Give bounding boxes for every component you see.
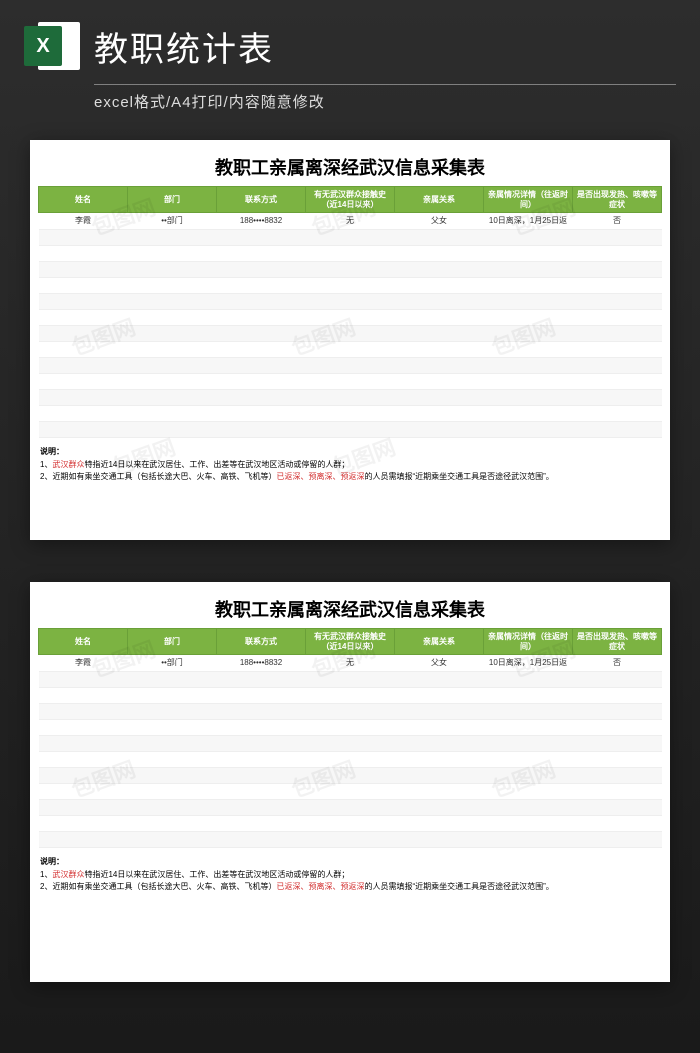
notes-label: 说明： bbox=[40, 857, 64, 866]
data-table: 姓名 部门 联系方式 有无武汉群众接触史（近14日以来） 亲属关系 亲属情况详情… bbox=[38, 186, 662, 438]
subtitle-divider: excel格式/A4打印/内容随意修改 bbox=[94, 84, 676, 112]
table-row bbox=[39, 293, 662, 309]
notes-block: 说明： 1、武汉群众特指近14日以来在武汉居住、工作、出差等在武汉地区活动或停留… bbox=[38, 446, 662, 484]
table-row bbox=[39, 389, 662, 405]
col-dept: 部门 bbox=[128, 629, 217, 655]
cell-detail: 10日离深，1月25日返 bbox=[484, 655, 573, 672]
table-row bbox=[39, 831, 662, 847]
table-header-row: 姓名 部门 联系方式 有无武汉群众接触史（近14日以来） 亲属关系 亲属情况详情… bbox=[39, 187, 662, 213]
data-table: 姓名 部门 联系方式 有无武汉群众接触史（近14日以来） 亲属关系 亲属情况详情… bbox=[38, 628, 662, 848]
table-row bbox=[39, 703, 662, 719]
cell-symptom: 否 bbox=[573, 213, 662, 230]
cell-symptom: 否 bbox=[573, 655, 662, 672]
table-row bbox=[39, 261, 662, 277]
note1-red: 武汉群众 bbox=[52, 460, 84, 469]
sheet-preview-1: 包图网 包图网 包图网 包图网 包图网 包图网 包图网 包图网 教职工亲属离深经… bbox=[30, 140, 670, 540]
col-dept: 部门 bbox=[128, 187, 217, 213]
note2-prefix: 2、近期如有乘坐交通工具（包括长途大巴、火车、高铁、飞机等） bbox=[40, 882, 276, 891]
sheet-title: 教职工亲属离深经武汉信息采集表 bbox=[38, 592, 662, 628]
table-row: 李霞 ••部门 188••••8832 无 父女 10日离深，1月25日返 否 bbox=[39, 655, 662, 672]
table-row bbox=[39, 671, 662, 687]
table-row bbox=[39, 309, 662, 325]
table-row bbox=[39, 783, 662, 799]
excel-icon-letter: X bbox=[24, 26, 62, 66]
table-row bbox=[39, 229, 662, 245]
table-row bbox=[39, 405, 662, 421]
col-relation: 亲属关系 bbox=[395, 629, 484, 655]
note2-red: 已返深、预离深、预返深 bbox=[276, 472, 364, 481]
sub-title: excel格式/A4打印/内容随意修改 bbox=[94, 91, 676, 112]
notes-block: 说明： 1、武汉群众特指近14日以来在武汉居住、工作、出差等在武汉地区活动或停留… bbox=[38, 856, 662, 894]
note1-rest: 特指近14日以来在武汉居住、工作、出差等在武汉地区活动或停留的人群； bbox=[84, 870, 349, 879]
table-row bbox=[39, 421, 662, 437]
notes-label: 说明： bbox=[40, 447, 64, 456]
table-row bbox=[39, 373, 662, 389]
cell-phone: 188••••8832 bbox=[217, 213, 306, 230]
col-symptom: 是否出现发热、咳嗽等症状 bbox=[573, 187, 662, 213]
table-row bbox=[39, 357, 662, 373]
cell-name: 李霞 bbox=[39, 213, 128, 230]
col-name: 姓名 bbox=[39, 187, 128, 213]
cell-relation: 父女 bbox=[395, 655, 484, 672]
note2-prefix: 2、近期如有乘坐交通工具（包括长途大巴、火车、高铁、飞机等） bbox=[40, 472, 276, 481]
excel-icon: X bbox=[24, 18, 80, 74]
note2-rest: 的人员需填报“近期乘坐交通工具是否途径武汉范围”。 bbox=[364, 882, 553, 891]
cell-contact: 无 bbox=[306, 213, 395, 230]
col-phone: 联系方式 bbox=[217, 629, 306, 655]
col-contact: 有无武汉群众接触史（近14日以来） bbox=[306, 629, 395, 655]
table-row bbox=[39, 735, 662, 751]
cell-dept: ••部门 bbox=[128, 213, 217, 230]
note1-prefix: 1、 bbox=[40, 870, 52, 879]
table-row bbox=[39, 751, 662, 767]
col-phone: 联系方式 bbox=[217, 187, 306, 213]
cell-name: 李霞 bbox=[39, 655, 128, 672]
table-header-row: 姓名 部门 联系方式 有无武汉群众接触史（近14日以来） 亲属关系 亲属情况详情… bbox=[39, 629, 662, 655]
table-row bbox=[39, 687, 662, 703]
table-row bbox=[39, 341, 662, 357]
cell-detail: 10日离深，1月25日返 bbox=[484, 213, 573, 230]
note1-prefix: 1、 bbox=[40, 460, 52, 469]
note2-red: 已返深、预离深、预返深 bbox=[276, 882, 364, 891]
note1-rest: 特指近14日以来在武汉居住、工作、出差等在武汉地区活动或停留的人群； bbox=[84, 460, 349, 469]
cell-relation: 父女 bbox=[395, 213, 484, 230]
col-relation: 亲属关系 bbox=[395, 187, 484, 213]
table-row bbox=[39, 815, 662, 831]
cell-phone: 188••••8832 bbox=[217, 655, 306, 672]
preview-area: 包图网 包图网 包图网 包图网 包图网 包图网 包图网 包图网 教职工亲属离深经… bbox=[0, 112, 700, 1002]
col-symptom: 是否出现发热、咳嗽等症状 bbox=[573, 629, 662, 655]
table-row bbox=[39, 245, 662, 261]
cell-contact: 无 bbox=[306, 655, 395, 672]
table-row bbox=[39, 767, 662, 783]
table-row bbox=[39, 325, 662, 341]
col-detail: 亲属情况详情（往返时间） bbox=[484, 187, 573, 213]
col-detail: 亲属情况详情（往返时间） bbox=[484, 629, 573, 655]
col-name: 姓名 bbox=[39, 629, 128, 655]
sheet-preview-2: 包图网 包图网 包图网 包图网 包图网 包图网 教职工亲属离深经武汉信息采集表 … bbox=[30, 582, 670, 982]
note2-rest: 的人员需填报“近期乘坐交通工具是否途径武汉范围”。 bbox=[364, 472, 553, 481]
main-title: 教职统计表 bbox=[94, 22, 676, 71]
cell-dept: ••部门 bbox=[128, 655, 217, 672]
col-contact: 有无武汉群众接触史（近14日以来） bbox=[306, 187, 395, 213]
note1-red: 武汉群众 bbox=[52, 870, 84, 879]
table-row bbox=[39, 719, 662, 735]
sheet-title: 教职工亲属离深经武汉信息采集表 bbox=[38, 150, 662, 186]
table-row bbox=[39, 799, 662, 815]
page-header: X 教职统计表 bbox=[0, 0, 700, 80]
table-row: 李霞 ••部门 188••••8832 无 父女 10日离深，1月25日返 否 bbox=[39, 213, 662, 230]
table-row bbox=[39, 277, 662, 293]
